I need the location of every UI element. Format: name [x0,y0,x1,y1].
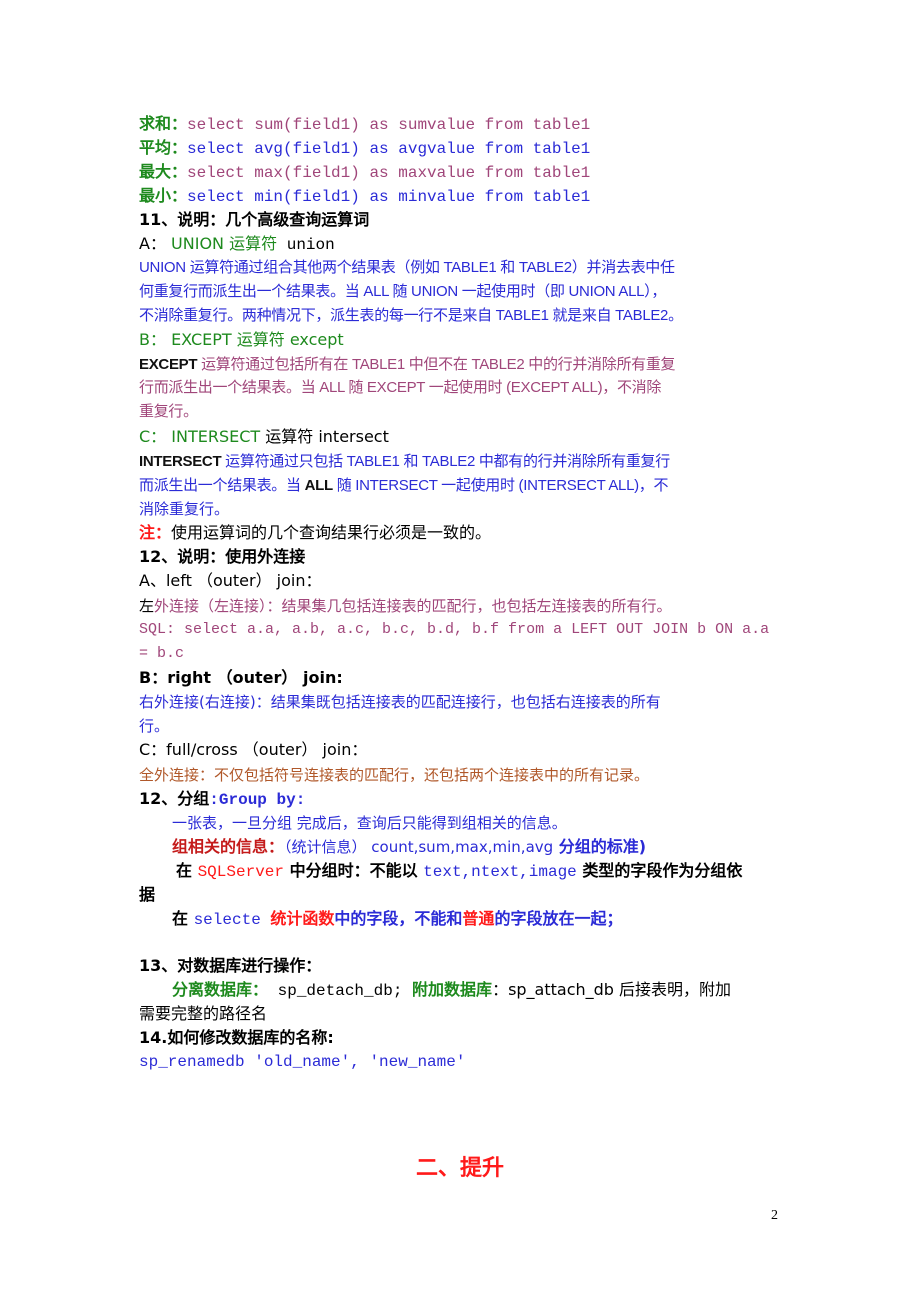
sqlserver-rule-tail: 据 [139,885,156,904]
sum-line: 求和：select sum(field1) as sumvalue from t… [139,112,590,136]
full-join-heading: C：full/cross （outer） join： [139,740,368,759]
intersect-desc-3: 消除重复行。 [139,500,230,518]
intersect-keyword: INTERSECT [171,427,261,446]
min-sql: select min(field1) as minvalue from tabl… [187,188,591,206]
selecte-rule: 在 selecte 统计函数中的字段，不能和普通的字段放在一起； [172,909,623,929]
section-12-title: 12、说明：使用外连接 [139,547,306,566]
group-info-line: 组相关的信息：（统计信息） count,sum,max,min,avg 分组的标… [172,837,647,856]
avg-label: 平均： [139,138,188,157]
detach-attach-line: 分离数据库： sp_detach_db; 附加数据库：sp_attach_db … [172,980,732,1000]
section-13-title: 13、对数据库进行操作： [139,956,322,975]
group-by-title: 12、分组:Group by: [139,789,306,809]
left-join-sql-1: SQL: select a.a, a.b, a.c, b.c, b.d, b.f… [139,621,770,638]
group-by-keyword: :Group by: [209,791,306,809]
intersect-desc-2: 而派生出一个结果表。当 ALL 随 INTERSECT 一起使用时 (INTER… [139,477,669,494]
union-desc-2: 何重复行而派生出一个结果表。当 ALL 随 UNION 一起使用时（即 UNIO… [139,283,667,300]
min-line: 最小：select min(field1) as minvalue from t… [139,184,590,208]
max-line: 最大：select max(field1) as maxvalue from t… [139,160,590,184]
document-page: 求和：select sum(field1) as sumvalue from t… [0,0,920,1302]
min-label: 最小： [139,186,188,205]
max-label: 最大： [139,162,188,181]
chapter-heading: 二、提升 [415,1156,504,1181]
section-13-tail: 需要完整的路径名 [139,1004,268,1023]
right-join-heading: B：right （outer） join: [139,668,343,687]
union-desc-3: 不消除重复行。两种情况下，派生表的每一行不是来自 TABLE1 就是来自 TAB… [139,307,683,324]
section-14-title: 14.如何修改数据库的名称: [139,1028,334,1047]
avg-sql: select avg(field1) as avgvalue from tabl… [187,140,591,158]
except-heading: B： EXCEPT 运算符 except [139,330,344,349]
except-desc-1: EXCEPT 运算符通过包括所有在 TABLE1 中但不在 TABLE2 中的行… [139,356,676,373]
union-heading: A： UNION 运算符 union [139,234,335,254]
sum-label: 求和： [139,114,188,133]
max-sql: select max(field1) as maxvalue from tabl… [187,164,591,182]
left-join-heading: A、left （outer） join： [139,571,322,590]
union-keyword: UNION 运算符 [171,234,278,253]
section-11-title: 11、说明：几个高级查询运算词 [139,210,370,229]
note-label: 注： [139,523,172,542]
intersect-desc-1: INTERSECT 运算符通过只包括 TABLE1 和 TABLE2 中都有的行… [139,453,670,470]
right-join-desc-1: 右外连接(右连接)：结果集既包括连接表的匹配连接行，也包括右连接表的所有 [139,693,661,711]
left-join-desc: 左外连接（左连接）：结果集几包括连接表的匹配行，也包括左连接表的所有行。 [139,597,672,615]
except-desc-2: 行而派生出一个结果表。当 ALL 随 EXCEPT 一起使用时 (EXCEPT … [139,379,662,396]
avg-line: 平均：select avg(field1) as avgvalue from t… [139,136,590,160]
sqlserver-rule: 在 SQLServer 中分组时：不能以 text,ntext,image 类型… [176,861,743,881]
except-keyword: EXCEPT [139,356,198,373]
except-desc-3: 重复行。 [139,403,198,420]
rename-cmd: sp_renamedb 'old_name', 'new_name' [139,1053,466,1071]
intersect-heading: C： INTERSECT 运算符 intersect [139,427,389,446]
note-line: 注：使用运算词的几个查询结果行必须是一致的。 [139,523,492,542]
page-number: 2 [771,1208,778,1223]
union-desc-1: UNION 运算符通过组合其他两个结果表（例如 TABLE1 和 TABLE2）… [139,259,675,276]
right-join-desc-2: 行。 [139,717,170,735]
full-join-desc: 全外连接：不仅包括符号连接表的匹配行，还包括两个连接表中的所有记录。 [139,766,650,784]
left-join-sql-2: = b.c [139,645,185,662]
sum-sql: select sum(field1) as sumvalue from tabl… [187,116,591,134]
group-desc: 一张表，一旦分组 完成后，查询后只能得到组相关的信息。 [172,814,567,832]
